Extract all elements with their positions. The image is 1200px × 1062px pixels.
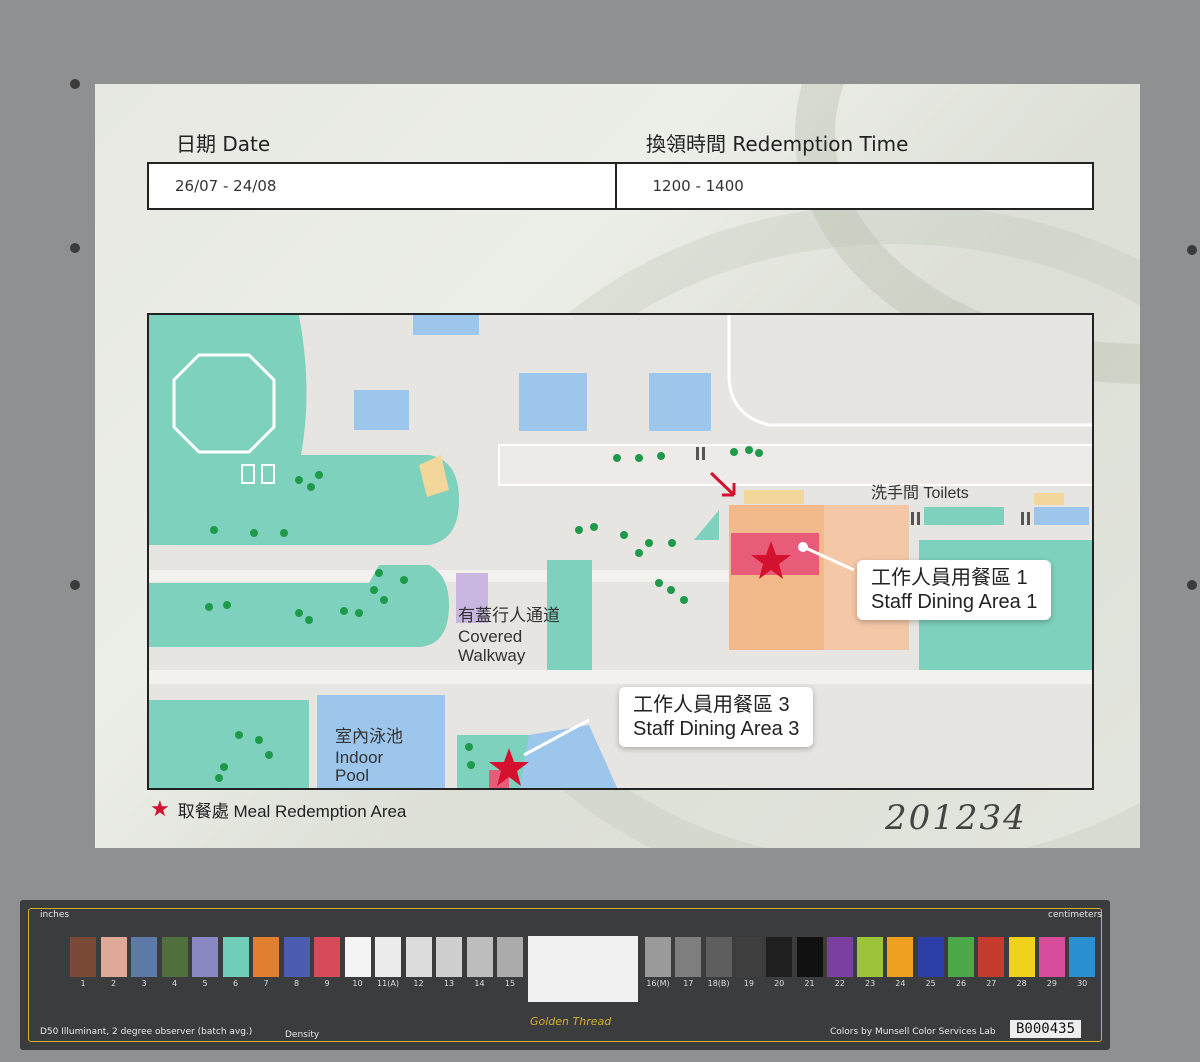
date-value: 26/07 - 24/08 (175, 177, 277, 195)
map-legend: ★ 取餐處 Meal Redemption Area (150, 796, 406, 822)
swatch-number: 21 (804, 979, 815, 988)
pool-label-zh: 室內泳池 (335, 727, 403, 746)
color-swatch (344, 937, 371, 977)
swatch-number: 11(A) (377, 979, 399, 988)
staff-dining-area-1-callout: 工作人員用餐區 1 Staff Dining Area 1 (857, 560, 1052, 620)
color-swatch (466, 937, 493, 977)
punch-hole (1187, 580, 1197, 590)
swatch-number: 18(B) (707, 979, 730, 988)
punch-hole (70, 79, 80, 89)
swatch-number: 9 (324, 979, 330, 988)
swatch-number: 1 (80, 979, 86, 988)
punch-hole (1187, 245, 1197, 255)
walkway-label-en2: Walkway (458, 646, 526, 665)
barcode-label: B000435 (1010, 1020, 1082, 1038)
swatch-number: 17 (683, 979, 694, 988)
handwritten-number: 201234 (885, 798, 1027, 838)
gray-reference-plate (528, 936, 638, 1002)
target-inches-label: inches (40, 910, 70, 920)
area1-label-zh: 工作人員用餐區 1 (871, 567, 1028, 589)
color-swatch (314, 937, 340, 977)
walkway-label-en1: Covered (458, 627, 523, 646)
info-box: 26/07 - 24/08 1200 - 1400 (147, 162, 1094, 210)
swatch-number: 13 (443, 979, 455, 988)
swatch-number: 26 (955, 979, 967, 988)
swatch-number: 12 (413, 979, 424, 988)
punch-hole (70, 580, 80, 590)
swatch-number: 19 (743, 979, 754, 988)
pool-label-en2: Pool (335, 766, 370, 785)
swatch-number: 8 (293, 979, 300, 988)
swatch-number: 28 (1016, 979, 1027, 988)
star-icon: ★ (150, 796, 170, 821)
swatch-number: 15 (504, 979, 516, 988)
color-swatch (735, 937, 762, 977)
swatch-number: 25 (925, 979, 936, 988)
area1-label-en: Staff Dining Area 1 (871, 591, 1038, 613)
swatch-number: 30 (1077, 979, 1088, 988)
swatch-number: 27 (986, 979, 997, 988)
time-value: 1200 - 1400 (614, 164, 1093, 208)
color-swatch (375, 937, 401, 977)
pool-label-en1: Indoor (335, 748, 384, 767)
swatch-number: 7 (263, 979, 269, 988)
color-swatch (948, 937, 974, 977)
target-centimeters-label: centimeters (1048, 910, 1102, 920)
swatch-number: 29 (1046, 979, 1057, 988)
swatch-number: 16(M) (646, 979, 670, 988)
color-swatch (70, 937, 96, 977)
legend-text: 取餐處 Meal Redemption Area (177, 801, 407, 821)
area3-label-zh: 工作人員用餐區 3 (633, 694, 790, 716)
swatch-number: 6 (232, 979, 239, 988)
color-swatch (405, 937, 432, 977)
color-swatch (857, 937, 884, 977)
color-swatch (1069, 937, 1096, 977)
color-swatch (192, 937, 218, 977)
venue-map: 洗手間 Toilets 有蓋行人通道 Covered Walkway 室內泳池 … (147, 313, 1094, 790)
color-swatch (917, 937, 944, 977)
area3-label-en: Staff Dining Area 3 (633, 718, 800, 740)
walkway-label-zh: 有蓋行人通道 (458, 606, 560, 625)
swatch-number: 14 (474, 979, 485, 988)
color-swatch (436, 937, 462, 977)
swatch-number: 2 (110, 979, 117, 988)
swatch-number: 24 (895, 979, 906, 988)
target-brand: Golden Thread (530, 1015, 612, 1028)
color-swatch (161, 937, 188, 977)
color-swatch (705, 937, 732, 977)
color-swatch (645, 937, 671, 977)
color-swatch (222, 937, 249, 977)
color-swatch (131, 937, 157, 977)
color-swatch (1008, 937, 1035, 977)
punch-hole (70, 243, 80, 253)
swatch-number: 3 (141, 979, 147, 988)
color-swatch (497, 937, 523, 977)
target-illuminant-text: D50 Illuminant, 2 degree observer (batch… (40, 1027, 253, 1037)
color-swatch (675, 937, 702, 977)
swatch-number: 10 (352, 979, 363, 988)
swatch-number: 5 (202, 979, 208, 988)
color-swatch (253, 937, 279, 977)
color-swatch (100, 937, 127, 977)
toilets-label: 洗手間 Toilets (871, 485, 969, 502)
color-swatch (887, 937, 914, 977)
staff-dining-area-3-callout: 工作人員用餐區 3 Staff Dining Area 3 (619, 687, 814, 747)
swatch-number: 22 (834, 979, 845, 988)
color-swatch (826, 937, 853, 977)
color-swatch (283, 937, 310, 977)
color-swatch (796, 937, 823, 977)
target-munsell-text: Colors by Munsell Color Services Lab (830, 1027, 996, 1037)
swatch-number: 20 (774, 979, 785, 988)
swatch-number: 4 (171, 979, 178, 988)
swatch-number: 23 (865, 979, 876, 988)
color-swatch (978, 937, 1005, 977)
color-swatch (1038, 937, 1065, 977)
redemption-time-label: 換領時間 Redemption Time (646, 132, 909, 156)
date-label: 日期 Date (176, 132, 271, 156)
target-density-label: Density (285, 1030, 320, 1040)
color-swatch (766, 937, 793, 977)
